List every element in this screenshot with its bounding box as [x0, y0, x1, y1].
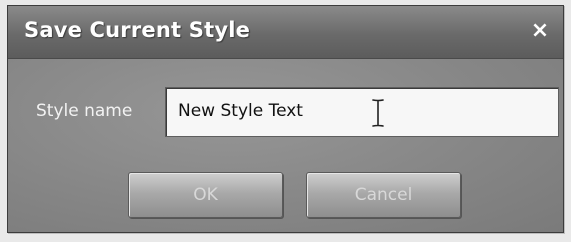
ok-button[interactable]: OK: [128, 172, 283, 218]
cancel-button[interactable]: Cancel: [306, 172, 461, 218]
style-name-label: Style name: [36, 101, 133, 121]
style-name-value: New Style Text: [178, 101, 303, 121]
text-cursor-icon: [372, 99, 384, 127]
close-icon[interactable]: ×: [529, 18, 551, 44]
style-name-field[interactable]: New Style Text: [165, 87, 559, 137]
dialog-title: Save Current Style: [24, 18, 251, 42]
dialog-content: Style name New Style Text OK Cancel: [8, 59, 563, 232]
save-style-dialog: Save Current Style × Style name New Styl…: [7, 5, 564, 233]
title-bar: Save Current Style ×: [8, 6, 563, 59]
